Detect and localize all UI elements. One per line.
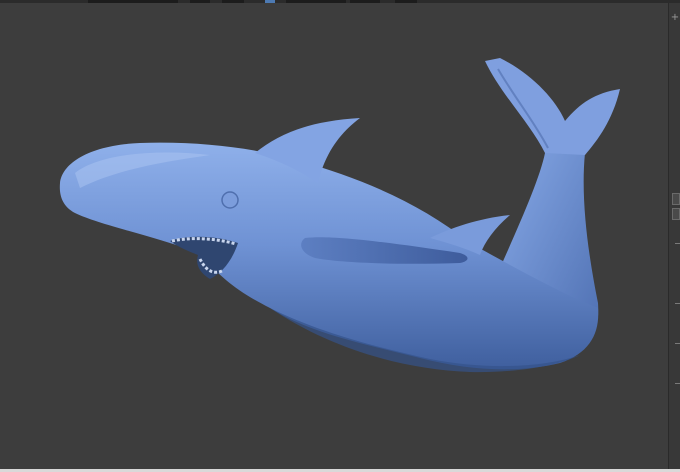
caudal-fin bbox=[485, 58, 620, 155]
scroll-tick bbox=[675, 343, 680, 344]
shark-model-render bbox=[59, 58, 620, 373]
shark-eye bbox=[221, 191, 239, 209]
panel-edge-tab[interactable] bbox=[672, 193, 680, 205]
panel-edge-tab[interactable] bbox=[672, 208, 680, 220]
right-side-panel: + bbox=[668, 3, 680, 469]
scroll-tick bbox=[675, 243, 680, 244]
scroll-tick bbox=[675, 383, 680, 384]
scroll-tick bbox=[675, 303, 680, 304]
3d-viewport[interactable] bbox=[0, 3, 668, 469]
plus-icon[interactable]: + bbox=[670, 13, 680, 23]
